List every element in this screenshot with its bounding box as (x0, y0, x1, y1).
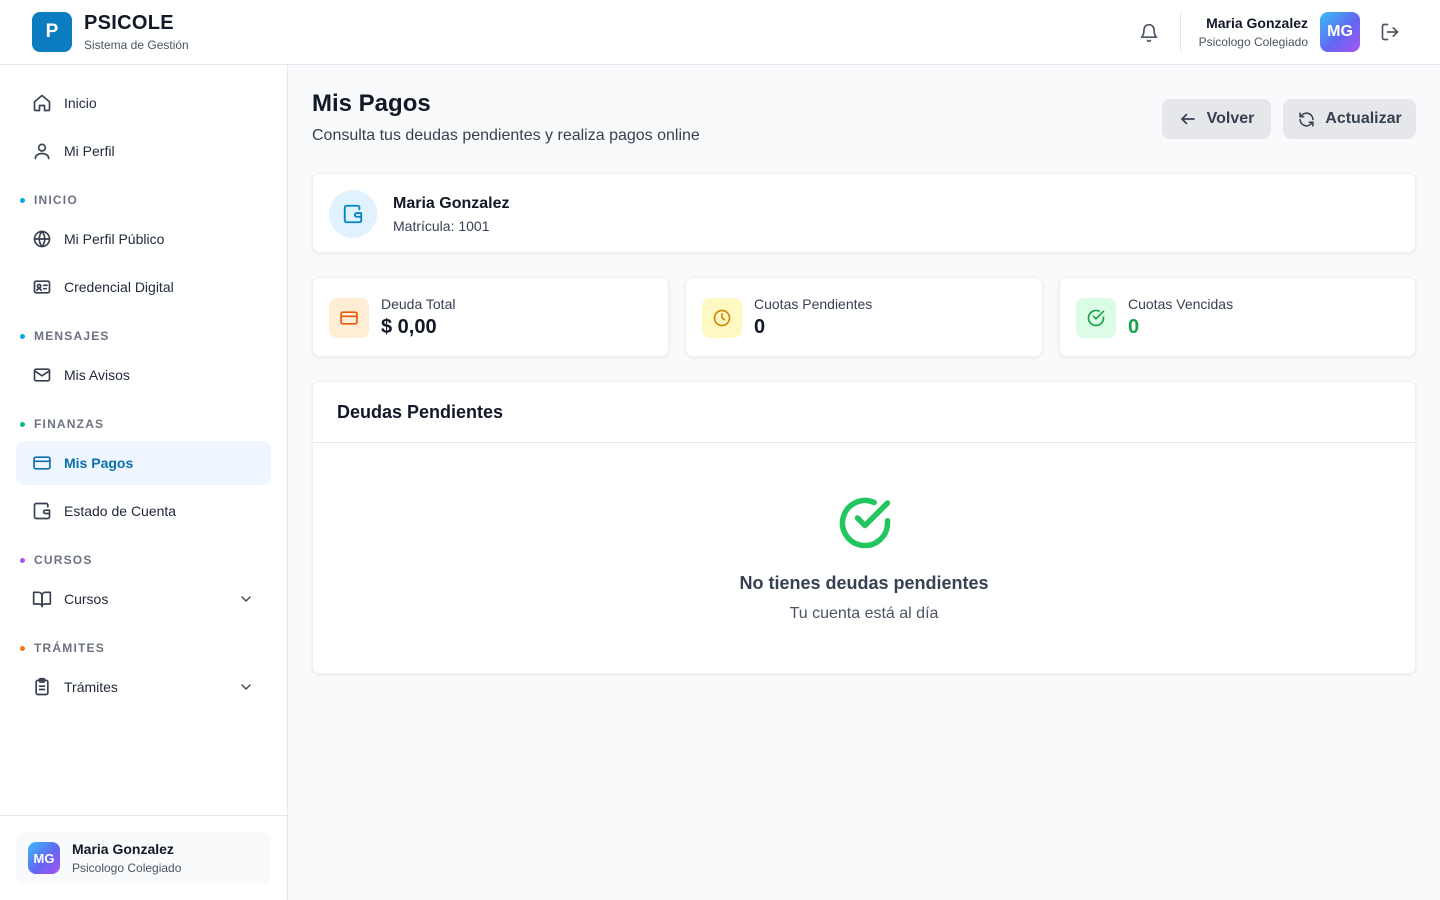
stat-card-deuda-total: Deuda Total $ 0,00 (312, 277, 669, 357)
sidebar-item-cursos[interactable]: Cursos (16, 577, 271, 621)
credit-card-icon (329, 298, 369, 338)
check-circle-icon (1076, 298, 1116, 338)
stat-card-cuotas-vencidas: Cuotas Vencidas 0 (1059, 277, 1416, 357)
debts-panel: Deudas Pendientes No tienes deudas pendi… (312, 381, 1416, 674)
sidebar-item-label: Inicio (64, 95, 97, 111)
sidebar-user-name: Maria Gonzalez (72, 841, 174, 857)
section-label-cursos: CURSOS (20, 553, 93, 567)
book-icon (32, 589, 52, 609)
sidebar-item-mi-perfil[interactable]: Mi Perfil (16, 129, 271, 173)
sidebar-item-tramites[interactable]: Trámites (16, 665, 271, 709)
sidebar-item-label: Credencial Digital (64, 279, 174, 295)
sidebar-item-mis-avisos[interactable]: Mis Avisos (16, 353, 271, 397)
profile-name: Maria Gonzalez (393, 195, 510, 212)
section-dot (20, 197, 25, 203)
globe-icon (32, 229, 52, 249)
section-label-inicio: INICIO (20, 193, 78, 207)
section-label-text: MENSAJES (34, 329, 110, 343)
section-label-text: INICIO (34, 193, 78, 207)
sidebar-item-label: Mis Avisos (64, 367, 130, 383)
refresh-button[interactable]: Actualizar (1283, 99, 1416, 139)
notifications-bell-icon[interactable] (1136, 20, 1162, 46)
section-label-text: FINANZAS (34, 417, 105, 431)
page-subtitle: Consulta tus deudas pendientes y realiza… (312, 127, 700, 144)
debts-divider (313, 442, 1415, 443)
stat-label: Cuotas Pendientes (754, 296, 873, 312)
stat-label: Cuotas Vencidas (1128, 296, 1234, 312)
brand-name: PSICOLE (84, 12, 174, 34)
sidebar-item-label: Estado de Cuenta (64, 503, 177, 519)
sidebar-item-label: Mi Perfil (64, 143, 115, 159)
section-label-text: CURSOS (34, 553, 93, 567)
refresh-button-label: Actualizar (1325, 110, 1402, 127)
sidebar: Inicio Mi Perfil INICIO Mi Perfil Públic… (0, 65, 288, 900)
sidebar-item-label: Trámites (64, 679, 118, 695)
empty-state-subtitle: Tu cuenta está al día (789, 605, 939, 622)
sidebar-item-label: Mi Perfil Público (64, 231, 165, 247)
empty-state-title: No tienes deudas pendientes (739, 573, 989, 593)
sidebar-item-label: Cursos (64, 591, 109, 607)
stat-value: $ 0,00 (381, 316, 437, 338)
chevron-down-icon[interactable] (237, 590, 255, 608)
header-user-name: Maria Gonzalez (1206, 15, 1308, 31)
arrow-left-icon (1179, 110, 1197, 128)
back-button[interactable]: Volver (1162, 99, 1271, 139)
sidebar-user-card[interactable]: MG Maria Gonzalez Psicologo Colegiado (16, 832, 271, 884)
sidebar-item-inicio[interactable]: Inicio (16, 81, 271, 125)
stat-card-cuotas-pendientes: Cuotas Pendientes 0 (685, 277, 1043, 357)
section-label-finanzas: FINANZAS (20, 417, 104, 431)
header-avatar[interactable]: MG (1320, 12, 1360, 52)
section-dot (20, 645, 25, 651)
section-dot (20, 421, 25, 427)
stat-value: 0 (1128, 316, 1140, 338)
sidebar-item-credencial-digital[interactable]: Credencial Digital (16, 265, 271, 309)
stat-label: Deuda Total (381, 296, 456, 312)
header-user-role: Psicologo Colegiado (1198, 35, 1308, 49)
user-icon (32, 141, 52, 161)
wallet-icon (32, 501, 52, 521)
brand-subtitle: Sistema de Gestión (84, 38, 189, 52)
check-circle-icon (835, 493, 895, 553)
sidebar-item-label: Mis Pagos (64, 455, 134, 471)
section-label-text: TRÁMITES (34, 641, 105, 655)
header-divider (1180, 12, 1181, 52)
profile-card: Maria Gonzalez Matrícula: 1001 (312, 173, 1416, 253)
sidebar-item-mis-pagos[interactable]: Mis Pagos (16, 441, 271, 485)
clock-icon (702, 298, 742, 338)
section-label-tramites: TRÁMITES (20, 641, 105, 655)
sidebar-user-role: Psicologo Colegiado (72, 861, 182, 875)
section-dot (20, 333, 25, 339)
wallet-icon (329, 190, 377, 238)
home-icon (32, 93, 52, 113)
refresh-icon (1297, 110, 1315, 128)
back-button-label: Volver (1206, 110, 1255, 127)
mail-icon (32, 365, 52, 385)
stat-value: 0 (754, 316, 766, 338)
clipboard-icon (32, 677, 52, 697)
profile-matricula: Matrícula: 1001 (393, 218, 490, 234)
top-header: P PSICOLE Sistema de Gestión Maria Gonza… (0, 0, 1440, 65)
section-dot (20, 557, 25, 563)
avatar: MG (28, 842, 60, 874)
app-logo[interactable]: P (32, 12, 72, 52)
id-card-icon (32, 277, 52, 297)
sidebar-item-perfil-publico[interactable]: Mi Perfil Público (16, 217, 271, 261)
page-title: Mis Pagos (312, 90, 431, 117)
debts-title: Deudas Pendientes (337, 402, 504, 422)
logout-icon[interactable] (1378, 20, 1402, 44)
sidebar-divider (0, 815, 287, 816)
chevron-down-icon[interactable] (237, 678, 255, 696)
sidebar-item-estado-de-cuenta[interactable]: Estado de Cuenta (16, 489, 271, 533)
section-label-mensajes: MENSAJES (20, 329, 110, 343)
credit-card-icon (32, 453, 52, 473)
